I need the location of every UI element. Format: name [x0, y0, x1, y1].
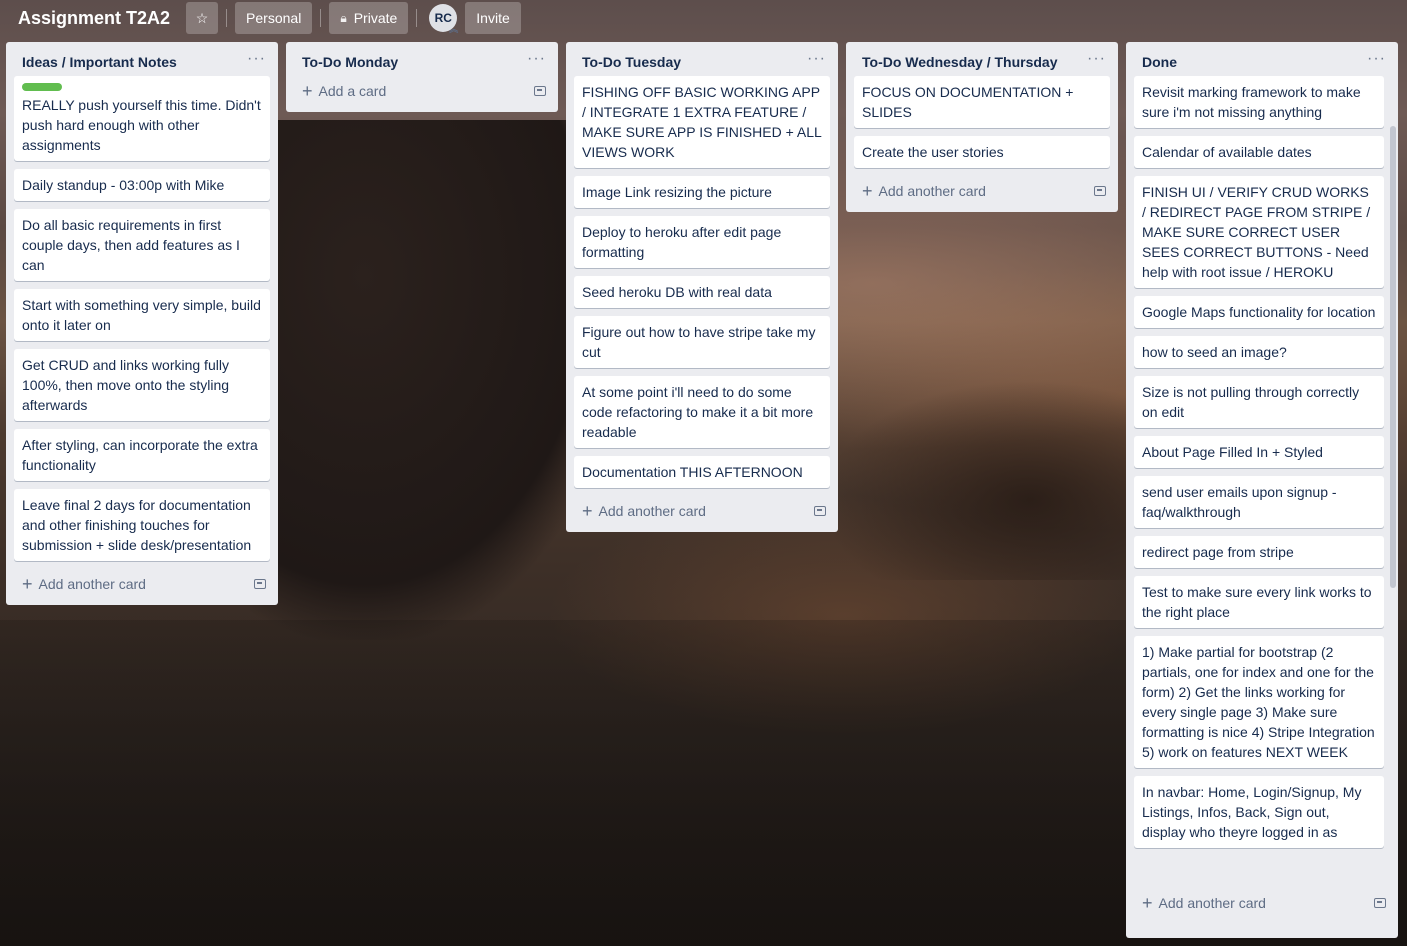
card-list: REALLY push yourself this time. Didn't p… — [6, 76, 278, 561]
list-title[interactable]: Done — [1142, 52, 1177, 72]
card[interactable]: Size is not pulling through correctly on… — [1134, 376, 1384, 428]
card-template-icon[interactable] — [1094, 186, 1106, 196]
list-menu-icon[interactable]: ··· — [807, 51, 826, 67]
card-list: Revisit marking framework to make sure i… — [1126, 76, 1398, 888]
card[interactable]: Documentation THIS AFTERNOON — [574, 456, 830, 488]
add-card-button[interactable]: + Add another card — [1142, 893, 1266, 913]
invite-button[interactable]: Invite — [465, 2, 521, 34]
card[interactable]: Revisit marking framework to make sure i… — [1134, 76, 1384, 128]
add-card-row: + Add another card — [6, 569, 278, 605]
add-card-button[interactable]: + Add a card — [302, 81, 387, 101]
plus-icon: + — [302, 81, 313, 101]
card[interactable]: Figure out how to have stripe take my cu… — [574, 316, 830, 368]
workspace-button[interactable]: Personal — [235, 2, 313, 34]
header-divider — [320, 9, 322, 27]
add-card-label: Add a card — [318, 83, 387, 99]
card[interactable]: Do all basic requirements in first coupl… — [14, 209, 270, 281]
card[interactable]: In navbar: Home, Login/Signup, My Listin… — [1134, 776, 1384, 848]
card[interactable]: Get CRUD and links working fully 100%, t… — [14, 349, 270, 421]
card[interactable]: FINISH UI / VERIFY CRUD WORKS / REDIRECT… — [1134, 176, 1384, 288]
plus-icon: + — [582, 501, 593, 521]
add-card-button[interactable]: + Add another card — [582, 501, 706, 521]
card-list: FOCUS ON DOCUMENTATION + SLIDES Create t… — [846, 76, 1118, 168]
add-card-row: + Add another card — [846, 176, 1118, 212]
card[interactable]: Start with something very simple, build … — [14, 289, 270, 341]
add-card-row: + Add another card — [566, 496, 838, 532]
list-wednesday-thursday: To-Do Wednesday / Thursday ··· FOCUS ON … — [846, 42, 1118, 212]
header-divider — [226, 9, 228, 27]
card[interactable]: Calendar of available dates — [1134, 136, 1384, 168]
list-menu-icon[interactable]: ··· — [247, 51, 266, 67]
add-card-button[interactable]: + Add another card — [22, 574, 146, 594]
list-header: To-Do Monday ··· — [286, 42, 558, 76]
card-template-icon[interactable] — [1374, 898, 1386, 908]
add-card-label: Add another card — [38, 576, 146, 592]
card[interactable]: Leave final 2 days for documentation and… — [14, 489, 270, 561]
list-header: Done ··· — [1126, 42, 1398, 76]
list-scrollbar[interactable] — [1390, 126, 1396, 588]
list-monday: To-Do Monday ··· + Add a card — [286, 42, 558, 112]
visibility-label: Private — [353, 10, 398, 26]
plus-icon: + — [22, 574, 33, 594]
list-title[interactable]: Ideas / Important Notes — [22, 52, 177, 72]
board-title[interactable]: Assignment T2A2 — [18, 8, 170, 29]
green-label[interactable] — [22, 83, 62, 91]
add-card-label: Add another card — [1158, 895, 1266, 911]
card[interactable]: how to seed an image? — [1134, 336, 1384, 368]
list-menu-icon[interactable]: ··· — [1087, 51, 1106, 67]
list-ideas: Ideas / Important Notes ··· REALLY push … — [6, 42, 278, 605]
list-tuesday: To-Do Tuesday ··· FISHING OFF BASIC WORK… — [566, 42, 838, 532]
list-header: To-Do Wednesday / Thursday ··· — [846, 42, 1118, 76]
card-text: REALLY push yourself this time. Didn't p… — [22, 97, 261, 153]
card[interactable]: Daily standup - 03:00p with Mike — [14, 169, 270, 201]
card[interactable]: Deploy to heroku after edit page formatt… — [574, 216, 830, 268]
add-card-row: + Add a card — [286, 76, 558, 112]
card[interactable]: FOCUS ON DOCUMENTATION + SLIDES — [854, 76, 1110, 128]
card-list: FISHING OFF BASIC WORKING APP / INTEGRAT… — [566, 76, 838, 488]
star-button[interactable]: ☆ — [186, 2, 219, 34]
star-icon: ☆ — [195, 9, 209, 26]
card[interactable]: REALLY push yourself this time. Didn't p… — [14, 76, 270, 161]
card-template-icon[interactable] — [814, 506, 826, 516]
card[interactable]: About Page Filled In + Styled — [1134, 436, 1384, 468]
avatar[interactable]: RC ︽ — [429, 4, 459, 34]
list-menu-icon[interactable]: ··· — [527, 51, 546, 67]
plus-icon: + — [862, 181, 873, 201]
plus-icon: + — [1142, 893, 1153, 913]
lock-icon: 🔒︎ — [340, 10, 347, 25]
list-title[interactable]: To-Do Tuesday — [582, 52, 681, 72]
card[interactable]: 1) Make partial for bootstrap (2 partial… — [1134, 636, 1384, 768]
add-card-row: + Add another card — [1126, 888, 1398, 924]
list-title[interactable]: To-Do Wednesday / Thursday — [862, 52, 1062, 72]
list-header: Ideas / Important Notes ··· — [6, 42, 278, 76]
add-card-label: Add another card — [878, 183, 986, 199]
card[interactable]: At some point i'll need to do some code … — [574, 376, 830, 448]
card-template-icon[interactable] — [534, 86, 546, 96]
card[interactable]: FISHING OFF BASIC WORKING APP / INTEGRAT… — [574, 76, 830, 168]
card[interactable]: Create the user stories — [854, 136, 1110, 168]
list-header: To-Do Tuesday ··· — [566, 42, 838, 76]
card[interactable]: Google Maps functionality for location — [1134, 296, 1384, 328]
card-template-icon[interactable] — [254, 579, 266, 589]
card[interactable]: After styling, can incorporate the extra… — [14, 429, 270, 481]
card[interactable]: Seed heroku DB with real data — [574, 276, 830, 308]
add-card-button[interactable]: + Add another card — [862, 181, 986, 201]
list-done: Done ··· Revisit marking framework to ma… — [1126, 42, 1398, 938]
card[interactable]: send user emails upon signup - faq/walkt… — [1134, 476, 1384, 528]
visibility-button[interactable]: 🔒︎ Private — [329, 2, 409, 34]
card[interactable]: Test to make sure every link works to th… — [1134, 576, 1384, 628]
board-header: Assignment T2A2 ☆ Personal 🔒︎ Private RC… — [0, 0, 1407, 36]
header-divider — [416, 9, 418, 27]
card[interactable]: Image Link resizing the picture — [574, 176, 830, 208]
add-card-label: Add another card — [598, 503, 706, 519]
admin-chevron-icon: ︽ — [449, 24, 459, 34]
list-title[interactable]: To-Do Monday — [302, 52, 398, 72]
list-menu-icon[interactable]: ··· — [1367, 51, 1386, 67]
card[interactable]: redirect page from stripe — [1134, 536, 1384, 568]
